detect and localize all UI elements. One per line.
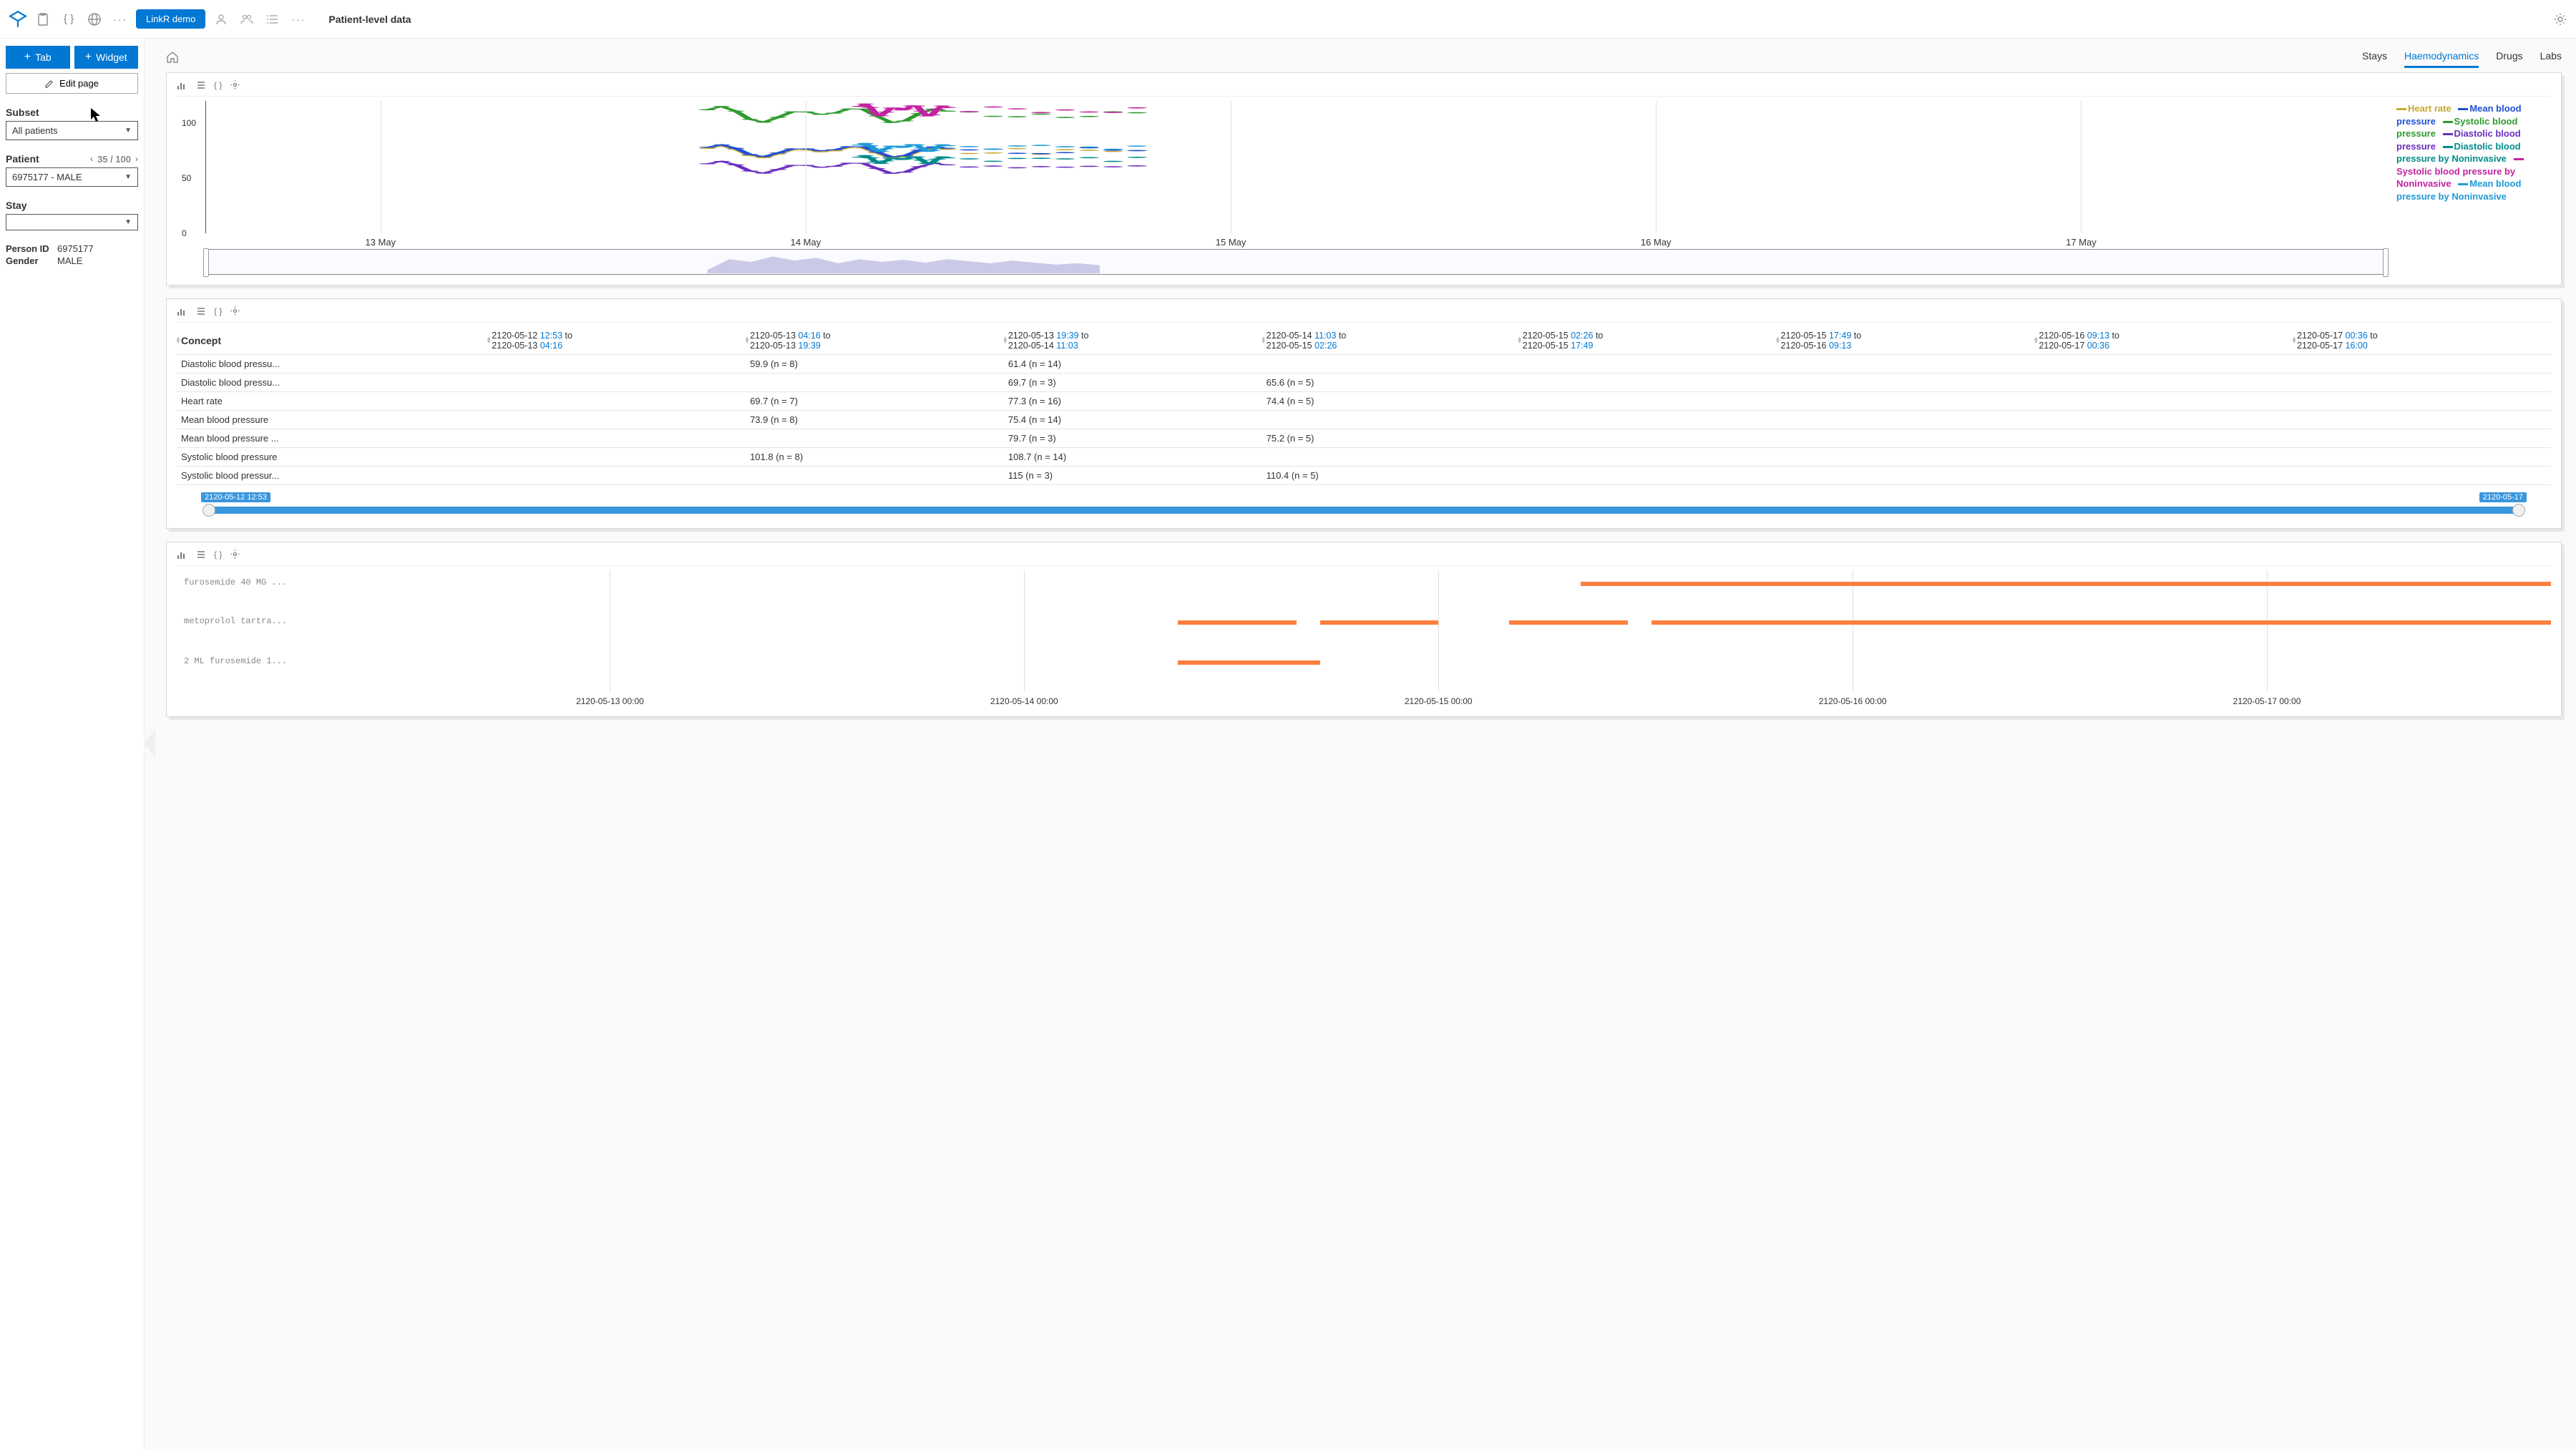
table-col-header[interactable]: ▲▼2120-05-17 00:36 to2120-05-17 16:00 <box>2293 327 2551 355</box>
table-col-header[interactable]: ▲▼2120-05-15 17:49 to2120-05-16 09:13 <box>1777 327 2035 355</box>
table-row: Diastolic blood pressu...59.9 (n = 8)61.… <box>177 355 2551 374</box>
gear-icon[interactable] <box>230 80 240 92</box>
patient-prev[interactable]: ‹ <box>90 154 93 164</box>
table-time-slider[interactable]: 2120-05-12 12:53 2120-05-17 <box>205 494 2522 515</box>
subset-label: Subset <box>6 107 138 118</box>
table-row: Heart rate69.7 (n = 7)77.3 (n = 16)74.4 … <box>177 392 2551 411</box>
demo-pill[interactable]: LinkR demo <box>136 9 205 29</box>
tab-labs[interactable]: Labs <box>2540 46 2562 68</box>
chart-icon[interactable] <box>177 306 187 318</box>
gantt-bar[interactable] <box>1178 660 1319 665</box>
chart-icon[interactable] <box>177 550 187 561</box>
home-icon[interactable] <box>166 51 179 64</box>
list-icon[interactable] <box>265 12 280 26</box>
slider-handle-right[interactable] <box>2512 504 2525 517</box>
person-icon[interactable] <box>214 12 228 26</box>
add-tab-button[interactable]: +Tab <box>6 46 70 69</box>
haemo-table: ▲▼Concept▲▼2120-05-12 12:53 to2120-05-13… <box>177 327 2551 485</box>
braces-icon[interactable]: { } <box>214 550 222 561</box>
patient-next[interactable]: › <box>135 154 138 164</box>
gantt-bar[interactable] <box>1178 620 1296 625</box>
gantt-row-label: metoprolol tartra... <box>184 616 287 626</box>
haemo-chart-widget: { } 05010013 May14 May15 May16 May17 May… <box>166 72 2562 286</box>
list-icon[interactable] <box>195 80 205 92</box>
slider-handle-left[interactable] <box>203 504 215 517</box>
braces-icon[interactable]: { } <box>214 306 222 318</box>
sidebar: +Tab +Widget Edit page Subset All patien… <box>0 39 145 1449</box>
topbar-icon-group: { } ··· <box>36 12 127 26</box>
chart-range-slider[interactable] <box>205 249 2386 275</box>
gear-icon[interactable] <box>230 306 240 318</box>
haemo-table-widget: { } ▲▼Concept▲▼2120-05-12 12:53 to2120-0… <box>166 298 2562 529</box>
table-col-header[interactable]: ▲▼2120-05-13 04:16 to2120-05-13 19:39 <box>746 327 1004 355</box>
table-col-header[interactable]: ▲▼2120-05-15 02:26 to2120-05-15 17:49 <box>1518 327 1777 355</box>
range-handle-left[interactable] <box>203 248 209 277</box>
more-icon[interactable]: ··· <box>113 12 127 26</box>
patient-dropdown[interactable]: 6975177 - MALE▼ <box>6 167 138 187</box>
haemo-chart[interactable]: 05010013 May14 May15 May16 May17 May <box>205 101 2386 233</box>
people-icon[interactable] <box>240 12 254 26</box>
patient-info: Person ID6975177 GenderMALE <box>6 243 138 266</box>
drugs-gantt-widget: { } 2120-05-13 00:002120-05-14 00:002120… <box>166 542 2562 717</box>
gantt-bar[interactable] <box>1509 620 1627 625</box>
table-col-header[interactable]: ▲▼2120-05-13 19:39 to2120-05-14 11:03 <box>1004 327 1262 355</box>
more-icon-2[interactable]: ··· <box>291 12 306 26</box>
list-icon[interactable] <box>195 306 205 318</box>
table-row: Systolic blood pressure101.8 (n = 8)108.… <box>177 448 2551 467</box>
content-area: Stays Haemodynamics Drugs Labs { } 05010013… <box>145 39 2576 1449</box>
page-title: Patient-level data <box>328 14 411 25</box>
gantt-bar[interactable] <box>1652 620 2551 625</box>
patient-pager: 35 / 100 <box>97 154 131 165</box>
gantt-row-label: furosemide 40 MG ... <box>184 577 287 587</box>
table-row: Mean blood pressure ...79.7 (n = 3)75.2 … <box>177 429 2551 448</box>
table-col-header[interactable]: ▲▼2120-05-16 09:13 to2120-05-17 00:36 <box>2034 327 2293 355</box>
edit-page-button[interactable]: Edit page <box>6 73 138 94</box>
tab-haemodynamics[interactable]: Haemodynamics <box>2404 46 2479 68</box>
tab-bar: Stays Haemodynamics Drugs Labs <box>2362 46 2562 68</box>
globe-icon[interactable] <box>87 12 102 26</box>
gantt-bar[interactable] <box>1320 620 1438 625</box>
slider-start-badge: 2120-05-12 12:53 <box>201 492 270 502</box>
table-col-header[interactable]: ▲▼2120-05-14 11:03 to2120-05-15 02:26 <box>1262 327 1518 355</box>
patient-label: Patient <box>6 153 39 165</box>
concept-header[interactable]: ▲▼Concept <box>177 327 487 355</box>
table-row: Systolic blood pressur...115 (n = 3)110.… <box>177 467 2551 485</box>
clipboard-icon[interactable] <box>36 12 50 26</box>
app-logo <box>9 10 27 29</box>
gantt-row-label: 2 ML furosemide 1... <box>184 656 287 666</box>
gear-icon[interactable] <box>2553 12 2567 26</box>
gear-icon[interactable] <box>230 550 240 561</box>
topbar-icon-group-2: ··· <box>214 12 306 26</box>
table-col-header[interactable]: ▲▼2120-05-12 12:53 to2120-05-13 04:16 <box>487 327 746 355</box>
tab-stays[interactable]: Stays <box>2362 46 2387 68</box>
add-widget-button[interactable]: +Widget <box>74 46 139 69</box>
list-icon[interactable] <box>195 550 205 561</box>
subset-dropdown[interactable]: All patients▼ <box>6 121 138 140</box>
range-handle-right[interactable] <box>2383 248 2389 277</box>
tab-drugs[interactable]: Drugs <box>2496 46 2522 68</box>
chart-legend: Heart rate Mean blood pressure Systolic … <box>2396 102 2547 203</box>
slider-end-badge: 2120-05-17 <box>2479 492 2527 502</box>
stay-dropdown[interactable]: ▼ <box>6 214 138 230</box>
braces-icon[interactable]: { } <box>214 80 222 92</box>
stay-label: Stay <box>6 200 138 211</box>
pencil-icon <box>45 79 54 88</box>
gantt-bar[interactable] <box>1581 582 2551 586</box>
chart-icon[interactable] <box>177 80 187 92</box>
drugs-gantt[interactable]: 2120-05-13 00:002120-05-14 00:002120-05-… <box>184 570 2551 706</box>
topbar: { } ··· LinkR demo ··· Patient-level dat… <box>0 0 2576 39</box>
table-row: Diastolic blood pressu...69.7 (n = 3)65.… <box>177 374 2551 392</box>
table-row: Mean blood pressure73.9 (n = 8)75.4 (n =… <box>177 411 2551 429</box>
braces-icon[interactable]: { } <box>62 12 76 26</box>
